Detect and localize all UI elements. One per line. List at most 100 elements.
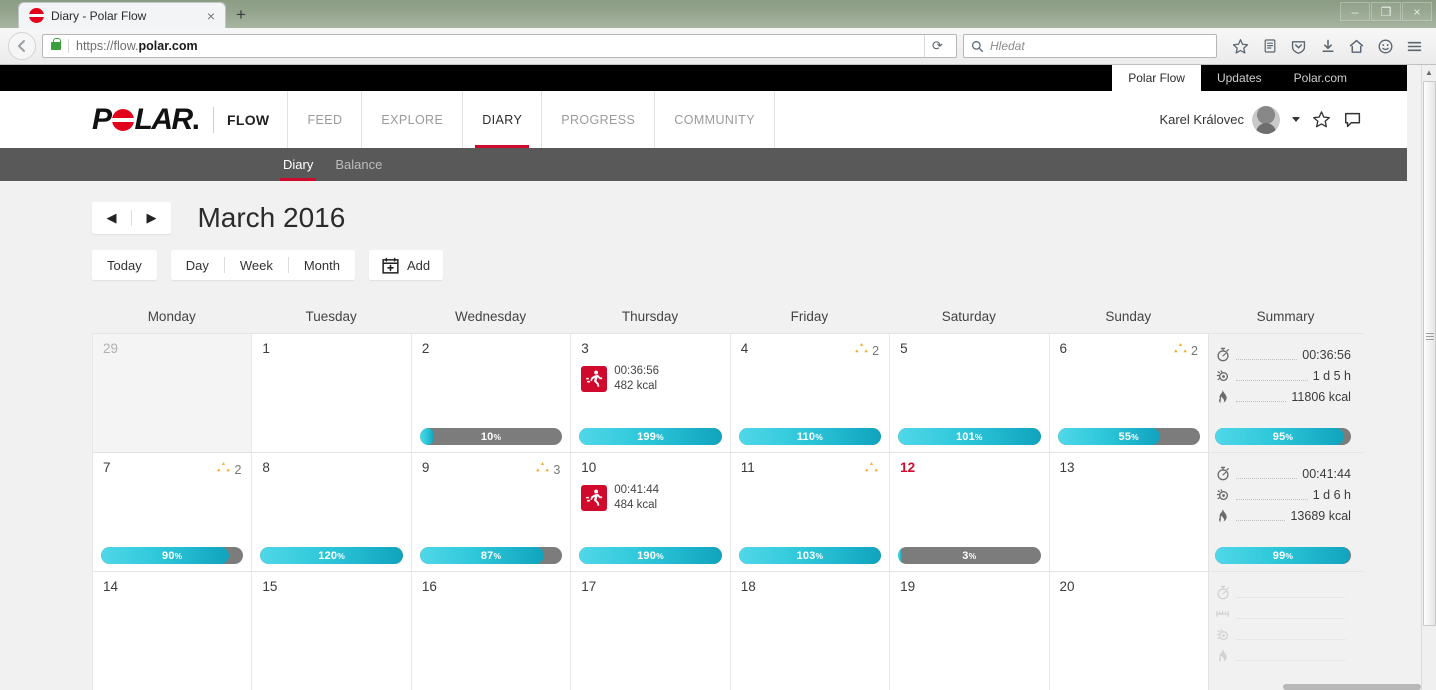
activity-goal-percent: 99	[1273, 550, 1286, 562]
calendar-day-cell[interactable]: 9387%	[411, 453, 570, 571]
calendar-day-cell[interactable]: 8120%	[251, 453, 410, 571]
calendar-day-cell[interactable]: 123%	[889, 453, 1048, 571]
calendar-day-cell[interactable]: 13	[1049, 453, 1208, 571]
calendar-day-cell[interactable]: 14	[92, 572, 251, 690]
close-window-button[interactable]: ×	[1402, 2, 1432, 21]
horizontal-scrollbar[interactable]	[1283, 684, 1421, 690]
inactivity-stamp-group: 2	[1173, 342, 1198, 360]
calendar-day-cell[interactable]: 11103%	[730, 453, 889, 571]
top-link-updates[interactable]: Updates	[1201, 65, 1278, 91]
inactivity-stamp-icon	[216, 461, 231, 479]
calendar-day-cell[interactable]: 6255%	[1049, 334, 1208, 452]
activity-goal-bar-fill	[1058, 428, 1161, 445]
avatar[interactable]	[1252, 106, 1280, 134]
stopwatch-icon	[1215, 466, 1231, 481]
reload-icon[interactable]: ⟳	[924, 35, 950, 57]
inactivity-stamp-icon	[535, 461, 550, 479]
polar-logo[interactable]: PLAR .	[92, 103, 200, 137]
calendar-day-cell[interactable]: 16	[411, 572, 570, 690]
top-link-polar-com[interactable]: Polar.com	[1278, 65, 1363, 91]
close-tab-icon[interactable]: ×	[203, 9, 219, 23]
back-button[interactable]	[8, 32, 36, 60]
summary-dot-leader	[1236, 468, 1297, 479]
notifications-chat-icon[interactable]	[1343, 110, 1363, 130]
activity-goal-percent: 110	[797, 431, 815, 443]
distance-icon	[1215, 607, 1231, 621]
tab-diary[interactable]: Diary	[272, 148, 324, 181]
calendar-day-cell[interactable]: 1000:41:44484 kcal190%	[570, 453, 729, 571]
next-month-button[interactable]: ▶	[132, 202, 171, 234]
downloads-icon[interactable]	[1314, 33, 1341, 59]
day-cell-header: 29	[103, 342, 241, 356]
library-icon[interactable]	[1256, 33, 1283, 59]
chevron-down-icon[interactable]	[1292, 117, 1300, 122]
session-calories: 482 kcal	[614, 379, 659, 394]
inactivity-stamp-icon	[854, 342, 869, 360]
calendar-day-cell[interactable]: 19	[889, 572, 1048, 690]
menu-hamburger-icon[interactable]	[1401, 33, 1428, 59]
new-tab-button[interactable]: +	[226, 2, 256, 28]
smiley-feedback-icon[interactable]	[1372, 33, 1399, 59]
nav-item-diary[interactable]: DIARY	[463, 91, 542, 148]
nav-item-explore[interactable]: EXPLORE	[362, 91, 463, 148]
view-day-button[interactable]: Day	[171, 250, 224, 280]
summary-dot-leader	[1236, 650, 1346, 661]
pocket-shield-icon[interactable]	[1285, 33, 1312, 59]
today-button[interactable]: Today	[92, 250, 157, 280]
page-title: March 2016	[197, 202, 345, 234]
calendar-day-cell[interactable]: 18	[730, 572, 889, 690]
restore-button[interactable]: ❐	[1371, 2, 1401, 21]
activity-goal-bar: 190%	[579, 547, 721, 564]
add-button[interactable]: Add	[369, 250, 443, 280]
browser-tab[interactable]: Diary - Polar Flow ×	[18, 2, 226, 28]
calendar-day-cell[interactable]: 7290%	[92, 453, 251, 571]
scrollbar-thumb[interactable]	[1423, 81, 1436, 626]
address-bar[interactable]: https://flow.polar.com ⟳	[42, 34, 957, 58]
training-session[interactable]: 00:41:44484 kcal	[581, 483, 719, 513]
calendar-plus-icon	[382, 257, 399, 274]
activity-goal-percent: 95	[1273, 431, 1286, 443]
calendar-day-cell[interactable]: 1	[251, 334, 410, 452]
tab-balance[interactable]: Balance	[324, 148, 393, 181]
day-cell-header: 2	[422, 342, 560, 356]
calendar-day-cell[interactable]: 20	[1049, 572, 1208, 690]
minimize-button[interactable]: –	[1340, 2, 1370, 21]
calendar-day-cell[interactable]: 5101%	[889, 334, 1048, 452]
day-cell-header: 11	[741, 461, 879, 479]
browser-search-box[interactable]: Hledat	[963, 34, 1217, 58]
bookmark-star-icon[interactable]	[1227, 33, 1254, 59]
day-number: 15	[262, 580, 277, 594]
favorites-star-icon[interactable]	[1312, 110, 1331, 129]
calendar-day-cell[interactable]: 15	[251, 572, 410, 690]
calendar-day-cell[interactable]: 210%	[411, 334, 570, 452]
scroll-up-arrow-icon[interactable]: ▲	[1422, 65, 1436, 80]
day-number: 8	[262, 461, 270, 475]
calendar-grid: Monday Tuesday Wednesday Thursday Friday…	[92, 300, 1363, 690]
day-name-tuesday: Tuesday	[251, 300, 410, 333]
activity-goal-bar-label: 99%	[1273, 550, 1293, 562]
nav-item-community[interactable]: COMMUNITY	[655, 91, 775, 148]
top-link-polar-flow[interactable]: Polar Flow	[1112, 65, 1201, 91]
activity-goal-bar-label: 101%	[956, 431, 983, 443]
view-month-button[interactable]: Month	[289, 250, 355, 280]
vertical-scrollbar[interactable]: ▲	[1421, 65, 1436, 690]
calendar-day-cell[interactable]: 29	[92, 334, 251, 452]
calendar-header: ◀ ▶ March 2016	[92, 181, 1363, 234]
training-session[interactable]: 00:36:56482 kcal	[581, 364, 719, 394]
activity-icon	[1215, 369, 1231, 383]
nav-item-progress[interactable]: PROGRESS	[542, 91, 655, 148]
activity-goal-bar: 90%	[101, 547, 243, 564]
nav-item-feed[interactable]: FEED	[287, 91, 362, 148]
calendar-day-cell[interactable]: 300:36:56482 kcal199%	[570, 334, 729, 452]
view-week-button[interactable]: Week	[225, 250, 288, 280]
percent-sign: %	[656, 551, 664, 561]
tab-title: Diary - Polar Flow	[51, 9, 203, 23]
day-number: 16	[422, 580, 437, 594]
day-number: 18	[741, 580, 756, 594]
calendar-day-cell[interactable]: 42110%	[730, 334, 889, 452]
logo-divider	[213, 107, 214, 133]
calendar-day-cell[interactable]: 17	[570, 572, 729, 690]
session-duration: 00:41:44	[614, 483, 659, 498]
home-icon[interactable]	[1343, 33, 1370, 59]
previous-month-button[interactable]: ◀	[92, 202, 131, 234]
